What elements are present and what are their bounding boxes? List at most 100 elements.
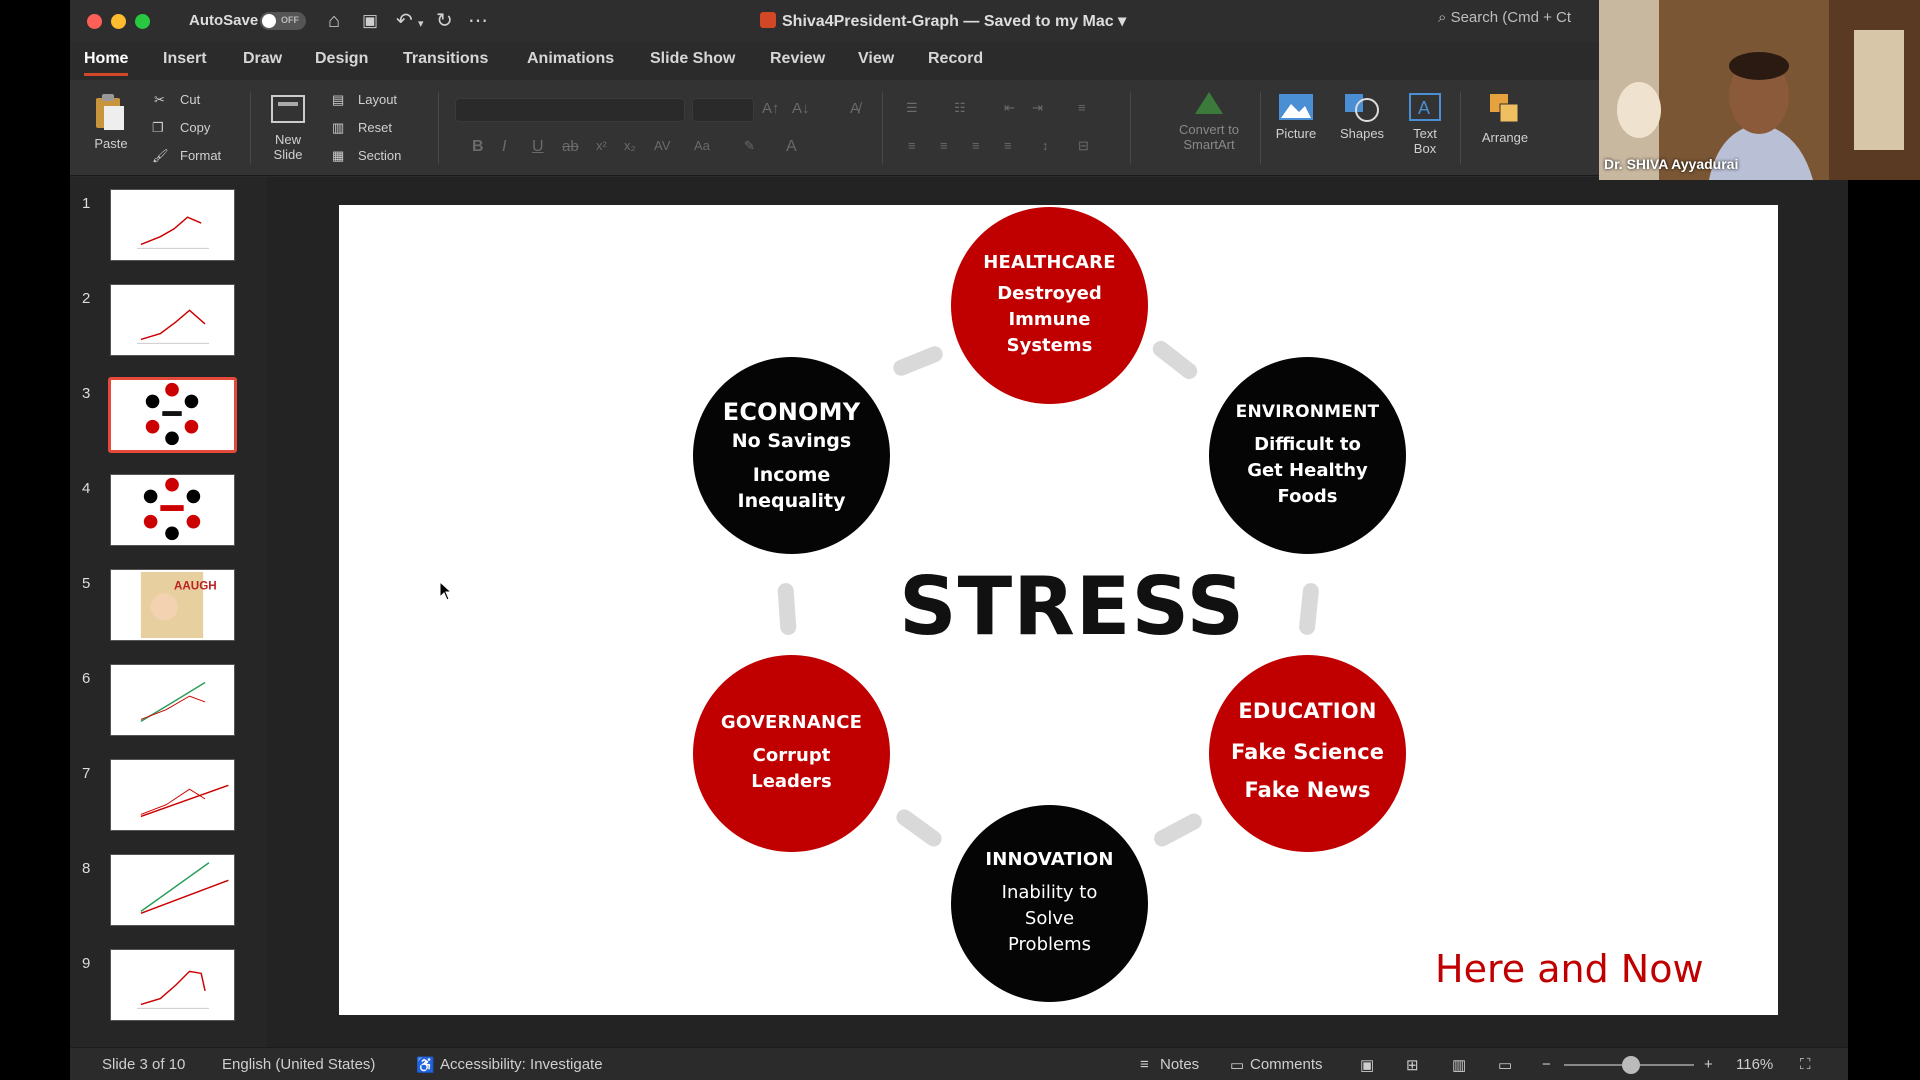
accessibility-checker[interactable]: Accessibility: Investigate: [440, 1056, 603, 1073]
current-slide[interactable]: HEALTHCARE Destroyed Immune Systems ENVI…: [339, 205, 1778, 1015]
char-spacing-icon[interactable]: AV: [654, 138, 670, 153]
slide-thumbnail-7[interactable]: 7: [70, 759, 267, 835]
zoom-slider-knob[interactable]: [1622, 1056, 1640, 1074]
slide-thumbnail-1[interactable]: 1: [70, 189, 267, 265]
tab-transitions[interactable]: Transitions: [403, 50, 488, 68]
convert-to-smartart-button[interactable]: Convert to SmartArt: [1170, 88, 1248, 152]
slide-thumbnail-panel[interactable]: 1 2 3 4 5 AAUGH 6 7 8 9: [70, 177, 267, 1047]
paste-button[interactable]: Paste: [86, 92, 136, 151]
tab-home[interactable]: Home: [84, 50, 129, 76]
tab-view[interactable]: View: [858, 50, 894, 68]
copy-button[interactable]: Copy: [180, 120, 210, 135]
align-center-icon[interactable]: ≡: [940, 138, 948, 153]
maximize-window-button[interactable]: [135, 14, 150, 29]
cut-button[interactable]: Cut: [180, 92, 200, 107]
slide-editing-area[interactable]: HEALTHCARE Destroyed Immune Systems ENVI…: [267, 177, 1848, 1047]
slideshow-view-icon[interactable]: ▭: [1498, 1056, 1512, 1074]
new-slide-button[interactable]: New Slide: [260, 92, 316, 162]
zoom-in-icon[interactable]: +: [1704, 1056, 1713, 1073]
slide-thumbnail-9[interactable]: 9: [70, 949, 267, 1025]
decrease-indent-icon[interactable]: ⇤: [1004, 100, 1015, 116]
undo-dropdown-icon[interactable]: ▾: [418, 12, 424, 36]
slide-sorter-icon[interactable]: ⊞: [1406, 1056, 1419, 1074]
tab-draw[interactable]: Draw: [243, 50, 282, 68]
font-name-combo[interactable]: [455, 98, 685, 122]
tab-record[interactable]: Record: [928, 50, 983, 68]
slide-thumbnail-4[interactable]: 4: [70, 474, 267, 550]
redo-icon[interactable]: ↻: [436, 9, 453, 33]
highlight-icon[interactable]: ✎: [744, 138, 755, 154]
strikethrough-icon[interactable]: ab: [562, 138, 579, 155]
picture-button[interactable]: Picture: [1266, 92, 1326, 141]
reading-view-icon[interactable]: ▥: [1452, 1056, 1466, 1074]
search-box[interactable]: ⌕ Search (Cmd + Ct: [1438, 9, 1571, 26]
close-window-button[interactable]: [87, 14, 102, 29]
home-icon[interactable]: ⌂: [328, 9, 340, 33]
decrease-font-icon[interactable]: A↓: [792, 100, 810, 117]
healthcare-circle[interactable]: HEALTHCARE Destroyed Immune Systems: [951, 207, 1148, 404]
slide-thumbnail-6[interactable]: 6: [70, 664, 267, 740]
bold-icon[interactable]: B: [472, 138, 484, 156]
slide-thumbnail-8[interactable]: 8: [70, 854, 267, 930]
document-title-area[interactable]: Shiva4President-Graph — Saved to my Mac …: [760, 11, 1126, 31]
slide-thumbnail-3[interactable]: 3: [70, 377, 267, 455]
reset-button[interactable]: Reset: [358, 120, 392, 135]
section-button[interactable]: Section: [358, 148, 401, 163]
layout-button[interactable]: Layout: [358, 92, 397, 107]
environment-line-1: Difficult to: [1254, 433, 1361, 455]
environment-circle[interactable]: ENVIRONMENT Difficult to Get Healthy Foo…: [1209, 357, 1406, 554]
numbering-icon[interactable]: ☷: [954, 100, 966, 116]
tab-slide-show[interactable]: Slide Show: [650, 50, 735, 68]
zoom-level[interactable]: 116%: [1736, 1056, 1773, 1073]
tab-review[interactable]: Review: [770, 50, 825, 68]
tab-insert[interactable]: Insert: [163, 50, 207, 68]
stress-center-text[interactable]: STRESS: [899, 560, 1244, 653]
text-box-button[interactable]: A Text Box: [1400, 92, 1450, 156]
text-direction-icon[interactable]: ↕: [1042, 138, 1049, 153]
arrange-button[interactable]: Arrange: [1470, 92, 1540, 145]
justify-icon[interactable]: ≡: [1004, 138, 1012, 153]
education-line-1: Fake Science: [1231, 739, 1384, 764]
line-spacing-icon[interactable]: ≡: [1078, 100, 1086, 115]
align-right-icon[interactable]: ≡: [972, 138, 980, 153]
comments-button[interactable]: Comments: [1250, 1056, 1323, 1073]
align-text-icon[interactable]: ⊟: [1078, 138, 1089, 154]
thumbnail-image: AAUGH: [110, 569, 235, 641]
fit-to-window-icon[interactable]: ⛶: [1800, 1056, 1811, 1073]
governance-circle[interactable]: GOVERNANCE Corrupt Leaders: [693, 655, 890, 852]
align-left-icon[interactable]: ≡: [908, 138, 916, 153]
change-case-icon[interactable]: Aa: [694, 138, 710, 153]
bullets-icon[interactable]: ☰: [906, 100, 918, 116]
slide-thumbnail-2[interactable]: 2: [70, 284, 267, 360]
undo-icon[interactable]: ↶: [396, 9, 413, 33]
slide-thumbnail-5[interactable]: 5 AAUGH: [70, 569, 267, 645]
autosave-toggle[interactable]: OFF: [260, 12, 306, 30]
italic-icon[interactable]: I: [502, 138, 506, 156]
language-indicator[interactable]: English (United States): [222, 1056, 375, 1073]
superscript-icon[interactable]: x²: [596, 138, 607, 153]
shapes-button[interactable]: Shapes: [1332, 92, 1392, 141]
innovation-circle[interactable]: INNOVATION Inability to Solve Problems: [951, 805, 1148, 1002]
format-painter-button[interactable]: Format: [180, 148, 221, 163]
normal-view-icon[interactable]: ▣: [1360, 1056, 1374, 1074]
save-icon[interactable]: ▣: [362, 9, 378, 33]
clear-format-icon[interactable]: A̸: [850, 100, 860, 117]
notes-button[interactable]: Notes: [1160, 1056, 1199, 1073]
here-and-now-text[interactable]: Here and Now: [1435, 947, 1704, 991]
more-options-icon[interactable]: ⋯: [468, 9, 488, 33]
font-color-icon[interactable]: A: [786, 138, 797, 156]
ribbon-divider: [1130, 92, 1131, 164]
tab-design[interactable]: Design: [315, 50, 368, 68]
education-circle[interactable]: EDUCATION Fake Science Fake News: [1209, 655, 1406, 852]
zoom-out-icon[interactable]: −: [1542, 1056, 1551, 1073]
subscript-icon[interactable]: x₂: [624, 138, 636, 153]
underline-icon[interactable]: U: [532, 138, 544, 156]
economy-circle[interactable]: ECONOMY No Savings Income Inequality: [693, 357, 890, 554]
toggle-knob: [262, 14, 276, 28]
increase-font-icon[interactable]: A↑: [762, 100, 780, 117]
ribbon-tabs: Home Insert Draw Design Transitions Anim…: [70, 42, 1848, 78]
increase-indent-icon[interactable]: ⇥: [1032, 100, 1043, 116]
minimize-window-button[interactable]: [111, 14, 126, 29]
font-size-combo[interactable]: [692, 98, 754, 122]
tab-animations[interactable]: Animations: [527, 50, 614, 68]
